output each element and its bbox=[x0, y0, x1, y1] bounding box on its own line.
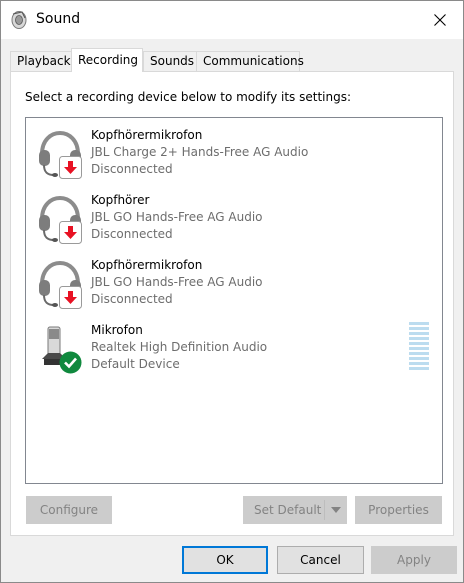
cancel-label: Cancel bbox=[300, 553, 341, 567]
red-down-arrow-icon bbox=[59, 286, 82, 309]
level-meter bbox=[409, 322, 429, 372]
tab-label: Playback bbox=[17, 54, 71, 68]
tab-playback[interactable]: Playback bbox=[10, 51, 72, 71]
device-item[interactable]: Kopfhörermikrofon JBL GO Hands-Free AG A… bbox=[26, 252, 442, 312]
device-name: Mikrofon bbox=[91, 323, 143, 337]
set-default-label: Set Default bbox=[254, 503, 322, 517]
device-status: Disconnected bbox=[91, 162, 173, 176]
device-name: Kopfhörermikrofon bbox=[91, 258, 203, 272]
device-description: JBL GO Hands-Free AG Audio bbox=[91, 275, 263, 289]
split-divider bbox=[324, 500, 325, 520]
device-item[interactable]: Mikrofon Realtek High Definition Audio D… bbox=[26, 317, 442, 377]
device-item[interactable]: Kopfhörer JBL GO Hands-Free AG Audio Dis… bbox=[26, 187, 442, 247]
properties-label: Properties bbox=[368, 503, 429, 517]
sound-dialog: Sound Playback Recording Sounds Communic… bbox=[0, 0, 464, 583]
speaker-icon bbox=[11, 11, 27, 29]
window-title: Sound bbox=[36, 11, 81, 27]
tab-sounds[interactable]: Sounds bbox=[143, 51, 197, 71]
device-description: JBL GO Hands-Free AG Audio bbox=[91, 210, 263, 224]
apply-button[interactable]: Apply bbox=[371, 546, 457, 574]
close-icon bbox=[434, 14, 446, 26]
tab-label: Recording bbox=[78, 53, 139, 67]
tab-recording[interactable]: Recording bbox=[71, 48, 143, 72]
tab-communications[interactable]: Communications bbox=[196, 51, 304, 71]
close-button[interactable] bbox=[417, 1, 463, 39]
instruction-text: Select a recording device below to modif… bbox=[25, 90, 352, 104]
device-name: Kopfhörermikrofon bbox=[91, 128, 203, 142]
device-status: Disconnected bbox=[91, 227, 173, 241]
device-item[interactable]: Kopfhörermikrofon JBL Charge 2+ Hands-Fr… bbox=[26, 122, 442, 182]
red-down-arrow-icon bbox=[59, 221, 82, 244]
recording-panel: Select a recording device below to modif… bbox=[10, 71, 454, 536]
chevron-down-icon[interactable] bbox=[331, 507, 341, 514]
ok-button[interactable]: OK bbox=[182, 546, 268, 574]
device-status: Disconnected bbox=[91, 292, 173, 306]
tab-label: Communications bbox=[203, 54, 304, 68]
configure-button[interactable]: Configure bbox=[26, 496, 112, 524]
apply-label: Apply bbox=[397, 553, 431, 567]
red-down-arrow-icon bbox=[59, 156, 82, 179]
device-name: Kopfhörer bbox=[91, 193, 150, 207]
device-description: Realtek High Definition Audio bbox=[91, 340, 268, 354]
green-check-icon bbox=[59, 351, 82, 374]
device-list[interactable]: Kopfhörermikrofon JBL Charge 2+ Hands-Fr… bbox=[25, 117, 443, 484]
set-default-button[interactable]: Set Default bbox=[243, 496, 347, 524]
device-status: Default Device bbox=[91, 357, 180, 371]
ok-label: OK bbox=[216, 553, 234, 567]
cancel-button[interactable]: Cancel bbox=[277, 546, 364, 574]
device-description: JBL Charge 2+ Hands-Free AG Audio bbox=[91, 145, 309, 159]
properties-button[interactable]: Properties bbox=[355, 496, 442, 524]
tab-label: Sounds bbox=[150, 54, 195, 68]
configure-label: Configure bbox=[39, 503, 99, 517]
title-bar: Sound bbox=[1, 1, 463, 39]
